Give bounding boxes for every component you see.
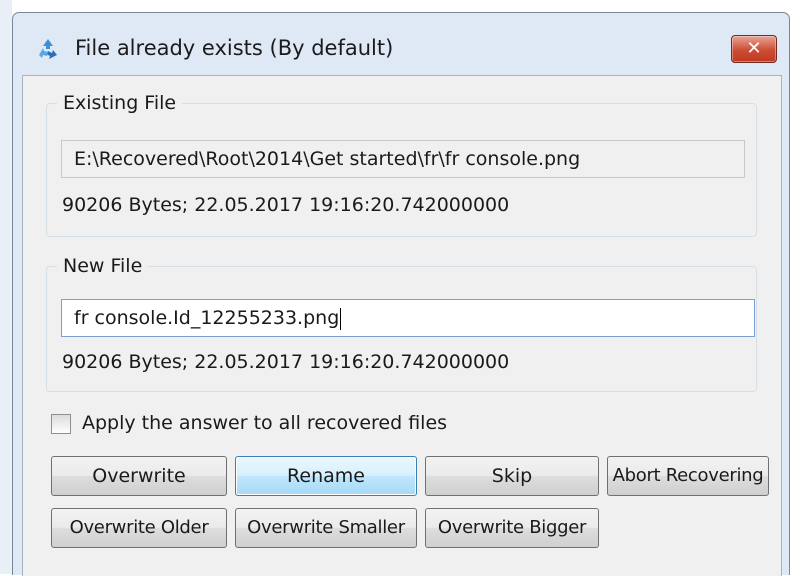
abort-recovering-button[interactable]: Abort Recovering [607,456,769,496]
text-caret [340,307,342,330]
existing-file-label: Existing File [57,92,183,114]
overwrite-smaller-button[interactable]: Overwrite Smaller [235,508,417,548]
close-button[interactable]: ✕ [731,35,777,63]
new-file-group: New File fr console.Id_12255233.png 9020… [46,255,757,392]
dialog-window: File already exists (By default) ✕ Exist… [12,12,790,576]
new-file-name-input[interactable]: fr console.Id_12255233.png [61,299,755,337]
dialog-client-area: Existing File E:\Recovered\Root\2014\Get… [22,75,782,576]
recycle-icon [39,39,57,59]
rename-button[interactable]: Rename [235,456,417,496]
overwrite-bigger-button[interactable]: Overwrite Bigger [425,508,599,548]
close-icon: ✕ [746,38,762,59]
existing-file-group: Existing File E:\Recovered\Root\2014\Get… [46,92,757,237]
overwrite-older-button[interactable]: Overwrite Older [51,508,227,548]
skip-button[interactable]: Skip [425,456,599,496]
window-title: File already exists (By default) [75,36,394,60]
background-window-edge [0,0,12,574]
existing-file-info: 90206 Bytes; 22.05.2017 19:16:20.7420000… [62,194,510,216]
title-bar[interactable]: File already exists (By default) ✕ [13,13,789,75]
new-file-label: New File [57,255,149,277]
apply-all-checkbox[interactable] [51,414,71,434]
existing-file-path: E:\Recovered\Root\2014\Get started\fr\fr… [61,140,745,178]
overwrite-button[interactable]: Overwrite [51,456,227,496]
new-file-info: 90206 Bytes; 22.05.2017 19:16:20.7420000… [62,351,510,373]
new-file-name-value: fr console.Id_12255233.png [74,307,340,329]
apply-all-label[interactable]: Apply the answer to all recovered files [82,412,447,434]
